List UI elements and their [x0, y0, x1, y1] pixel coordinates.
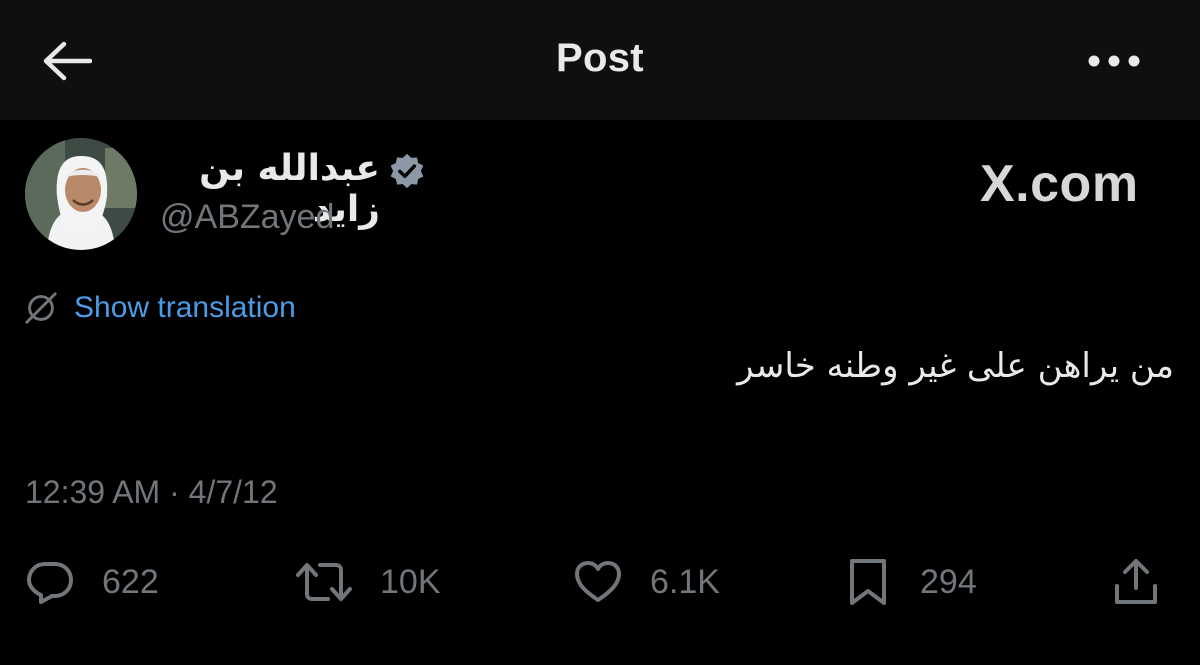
repost-icon	[296, 563, 352, 601]
x-com-watermark: X.com	[980, 155, 1139, 213]
tweet-text: من يراهن على غير وطنه خاسر	[737, 346, 1174, 386]
page-title: Post	[556, 36, 644, 80]
author-handle[interactable]: @ABZayed	[160, 198, 334, 237]
show-translation-button[interactable]: Show translation	[22, 286, 296, 330]
share-button[interactable]	[1110, 556, 1162, 608]
more-options-button[interactable]	[1084, 44, 1144, 78]
repost-button[interactable]: 10K	[294, 556, 441, 608]
reply-icon	[27, 562, 73, 604]
show-translation-label: Show translation	[74, 291, 296, 324]
post-page: Post عبدالله بن زايد @ABZayed X.com Show…	[0, 0, 1200, 665]
bookmark-count: 294	[920, 562, 977, 601]
reply-button[interactable]: 622	[24, 556, 159, 608]
avatar[interactable]	[25, 138, 137, 250]
globe-slash-icon	[25, 292, 57, 324]
top-navigation-bar: Post	[0, 0, 1200, 120]
more-horizontal-icon	[1088, 55, 1140, 67]
profile-photo-icon	[25, 138, 137, 250]
verified-badge-icon[interactable]	[388, 152, 426, 190]
repost-count: 10K	[380, 562, 441, 601]
bookmark-icon	[850, 559, 886, 605]
reply-count: 622	[102, 562, 159, 601]
like-button[interactable]: 6.1K	[572, 556, 720, 608]
bookmark-button[interactable]: 294	[842, 556, 977, 608]
share-icon	[1115, 559, 1157, 604]
heart-icon	[575, 561, 621, 602]
like-count: 6.1K	[650, 562, 720, 601]
post-timestamp[interactable]: 12:39 AM · 4/7/12	[25, 474, 278, 511]
